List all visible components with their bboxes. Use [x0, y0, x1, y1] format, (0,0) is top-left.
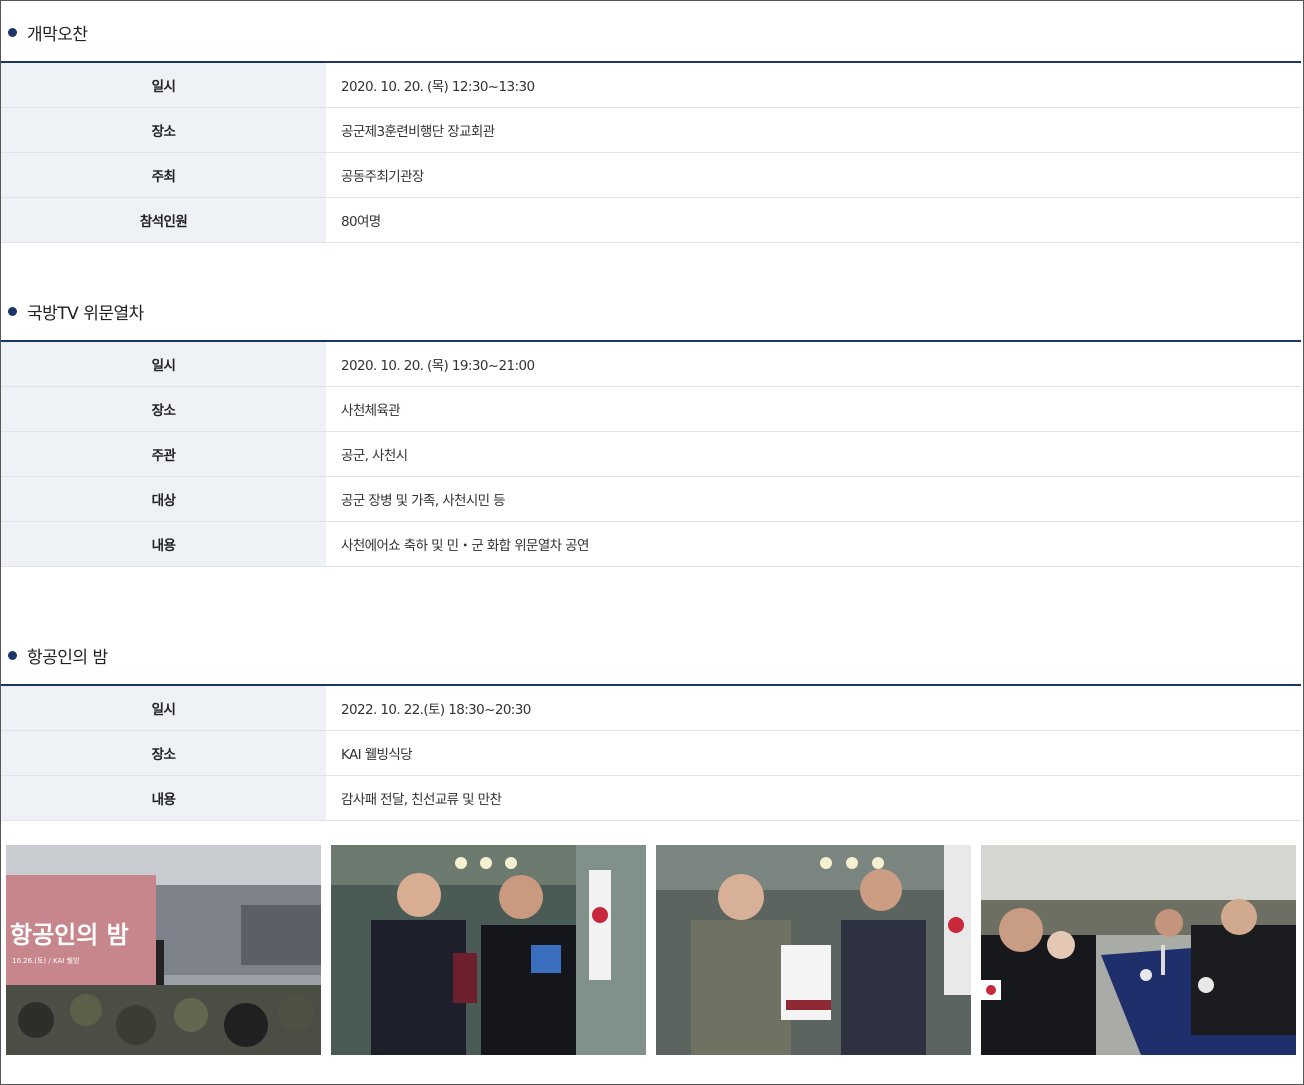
- table-row: 장소 KAI 웰빙식당: [1, 730, 1301, 776]
- row-value: 공동주최기관장: [326, 152, 1301, 198]
- row-value: 공군제3훈련비행단 장교회관: [326, 107, 1301, 153]
- row-label: 대상: [1, 476, 326, 522]
- row-value: KAI 웰빙식당: [326, 730, 1301, 776]
- photo-gallery: 항공인의 밤 10.26.(토) / KAI 웰빙: [6, 845, 1296, 1055]
- section-title-aviation-night: 항공인의 밤: [8, 642, 108, 668]
- table-row: 일시 2020. 10. 20. (목) 19:30~21:00: [1, 341, 1301, 387]
- section-heading: 항공인의 밤: [27, 647, 108, 668]
- section-title-concert: 국방TV 위문열차: [8, 298, 144, 324]
- table-row: 주최 공동주최기관장: [1, 152, 1301, 198]
- dinner-toast-photo[interactable]: [981, 845, 1296, 1055]
- info-table-aviation-night: 일시 2022. 10. 22.(토) 18:30~20:30 장소 KAI 웰빙식…: [1, 684, 1301, 821]
- banner-text: 항공인의 밤: [10, 921, 129, 949]
- row-label: 일시: [1, 685, 326, 731]
- section-title-luncheon: 개막오찬: [8, 19, 88, 45]
- row-label: 장소: [1, 107, 326, 153]
- row-value: 사천체육관: [326, 386, 1301, 432]
- table-row: 일시 2022. 10. 22.(토) 18:30~20:30: [1, 685, 1301, 731]
- row-value: 사천에어쇼 축하 및 민・군 화합 위문열차 공연: [326, 521, 1301, 567]
- row-value: 2020. 10. 20. (목) 12:30~13:30: [326, 62, 1301, 108]
- row-label: 주최: [1, 152, 326, 198]
- row-value: 2022. 10. 22.(토) 18:30~20:30: [326, 685, 1301, 731]
- bullet-icon: [8, 650, 17, 660]
- row-value: 80여명: [326, 197, 1301, 243]
- table-row: 대상 공군 장병 및 가족, 사천시민 등: [1, 476, 1301, 522]
- row-label: 주관: [1, 431, 326, 477]
- table-row: 내용 사천에어쇼 축하 및 민・군 화합 위문열차 공연: [1, 521, 1301, 567]
- info-table-luncheon: 일시 2020. 10. 20. (목) 12:30~13:30 장소 공군제3훈련…: [1, 61, 1301, 243]
- row-label: 일시: [1, 62, 326, 108]
- row-label: 장소: [1, 386, 326, 432]
- row-label: 일시: [1, 341, 326, 387]
- banner-subtext: 10.26.(토) / KAI 웰빙: [12, 956, 79, 965]
- table-row: 일시 2020. 10. 20. (목) 12:30~13:30: [1, 62, 1301, 108]
- row-label: 내용: [1, 775, 326, 821]
- row-value: 감사패 전달, 친선교류 및 만찬: [326, 775, 1301, 821]
- bullet-icon: [8, 27, 17, 37]
- row-label: 장소: [1, 730, 326, 776]
- info-table-concert: 일시 2020. 10. 20. (목) 19:30~21:00 장소 사천체육관 …: [1, 340, 1301, 567]
- table-row: 장소 사천체육관: [1, 386, 1301, 432]
- row-value: 공군 장병 및 가족, 사천시민 등: [326, 476, 1301, 522]
- table-row: 참석인원 80여명: [1, 197, 1301, 243]
- table-row: 내용 감사패 전달, 친선교류 및 만찬: [1, 775, 1301, 821]
- event-hall-photo[interactable]: 항공인의 밤 10.26.(토) / KAI 웰빙: [6, 845, 321, 1055]
- section-heading: 개막오찬: [27, 24, 88, 45]
- section-heading: 국방TV 위문열차: [27, 303, 144, 324]
- row-label: 내용: [1, 521, 326, 567]
- plaque-presentation-photo-1[interactable]: [331, 845, 646, 1055]
- row-value: 공군, 사천시: [326, 431, 1301, 477]
- bullet-icon: [8, 306, 17, 316]
- plaque-presentation-photo-2[interactable]: [656, 845, 971, 1055]
- row-label: 참석인원: [1, 197, 326, 243]
- table-row: 주관 공군, 사천시: [1, 431, 1301, 477]
- table-row: 장소 공군제3훈련비행단 장교회관: [1, 107, 1301, 153]
- row-value: 2020. 10. 20. (목) 19:30~21:00: [326, 341, 1301, 387]
